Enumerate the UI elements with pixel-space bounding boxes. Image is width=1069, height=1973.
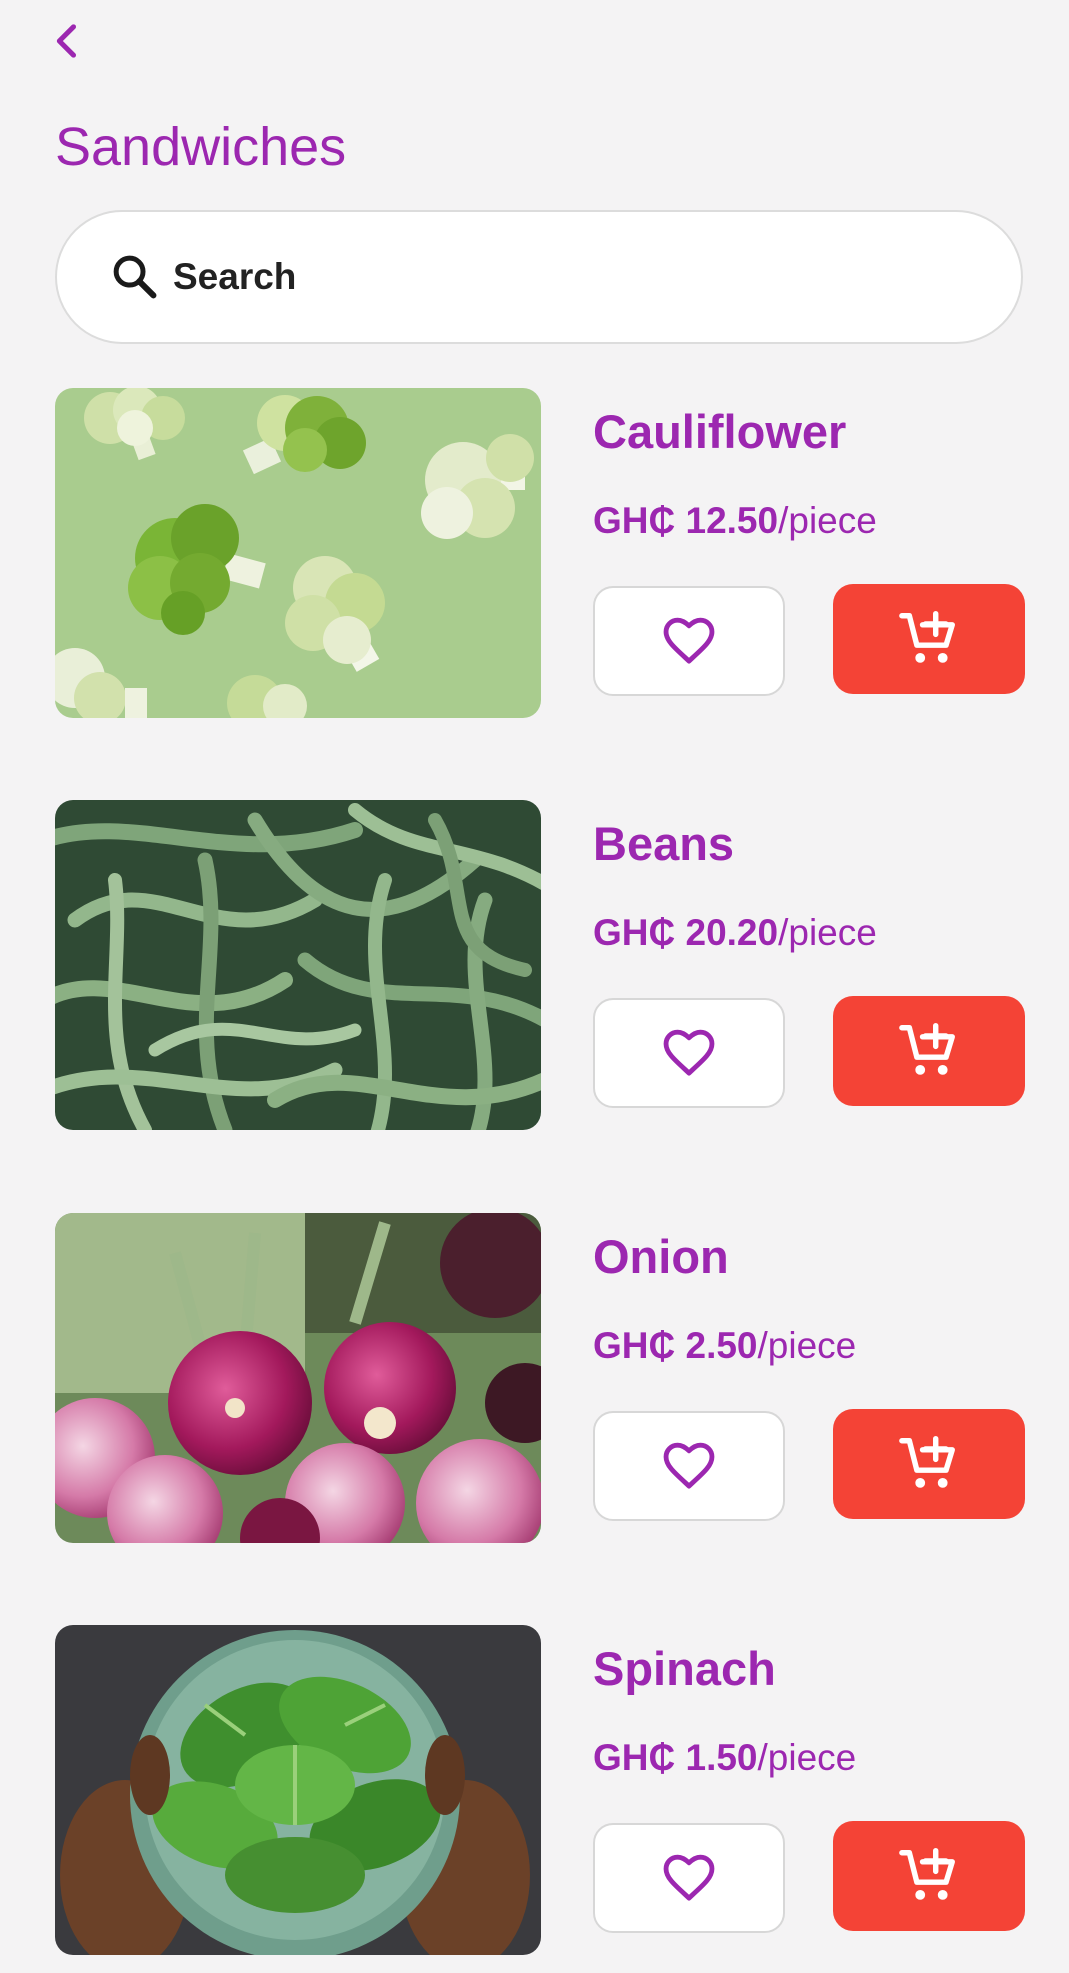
chevron-left-icon xyxy=(56,24,77,58)
heart-outline-icon xyxy=(663,1029,715,1076)
favorite-button[interactable] xyxy=(593,586,785,696)
price-unit: /piece xyxy=(778,912,877,953)
product-name: Spinach xyxy=(593,1642,776,1695)
add-to-cart-button[interactable] xyxy=(833,996,1025,1106)
product-card: Beans GH₵ 20.20/piece xyxy=(55,800,1025,1130)
product-price: GH₵ 2.50/piece xyxy=(593,1321,856,1371)
onion-image[interactable] xyxy=(55,1213,541,1543)
spinach-image[interactable] xyxy=(55,1625,541,1955)
add-to-cart-button[interactable] xyxy=(833,1409,1025,1519)
product-price: GH₵ 12.50/piece xyxy=(593,496,877,546)
back-button[interactable] xyxy=(44,18,90,64)
product-name: Beans xyxy=(593,817,735,870)
price-unit: /piece xyxy=(757,1737,857,1778)
add-to-cart-icon xyxy=(899,1847,955,1900)
price-unit: /piece xyxy=(757,1325,857,1366)
search-input[interactable] xyxy=(171,255,935,299)
product-name: Onion xyxy=(593,1230,729,1283)
price-amount: GH₵ 1.50 xyxy=(593,1737,758,1778)
product-price: GH₵ 20.20/piece xyxy=(593,908,877,958)
price-amount: GH₵ 2.50 xyxy=(593,1325,758,1366)
product-card: Onion GH₵ 2.50/piece xyxy=(55,1213,1025,1543)
favorite-button[interactable] xyxy=(593,1411,785,1521)
cauliflower-image[interactable] xyxy=(55,388,541,718)
price-unit: /piece xyxy=(778,500,877,541)
beans-image[interactable] xyxy=(55,800,541,1130)
heart-outline-icon xyxy=(663,1442,715,1489)
price-amount: GH₵ 12.50 xyxy=(593,500,779,541)
product-card: Spinach GH₵ 1.50/piece xyxy=(55,1625,1025,1955)
favorite-button[interactable] xyxy=(593,998,785,1108)
product-card: Cauliflower GH₵ 12.50/piece xyxy=(55,388,1025,718)
add-to-cart-button[interactable] xyxy=(833,1821,1025,1931)
add-to-cart-icon xyxy=(899,1435,955,1488)
search-icon xyxy=(109,251,161,303)
heart-outline-icon xyxy=(663,617,715,664)
add-to-cart-icon xyxy=(899,610,955,663)
add-to-cart-button[interactable] xyxy=(833,584,1025,694)
product-name: Cauliflower xyxy=(593,405,847,458)
heart-outline-icon xyxy=(663,1854,715,1901)
product-price: GH₵ 1.50/piece xyxy=(593,1733,856,1783)
price-amount: GH₵ 20.20 xyxy=(593,912,779,953)
add-to-cart-icon xyxy=(899,1022,955,1075)
page-title: Sandwiches xyxy=(55,117,347,177)
search-bar[interactable] xyxy=(55,210,1023,344)
favorite-button[interactable] xyxy=(593,1823,785,1933)
